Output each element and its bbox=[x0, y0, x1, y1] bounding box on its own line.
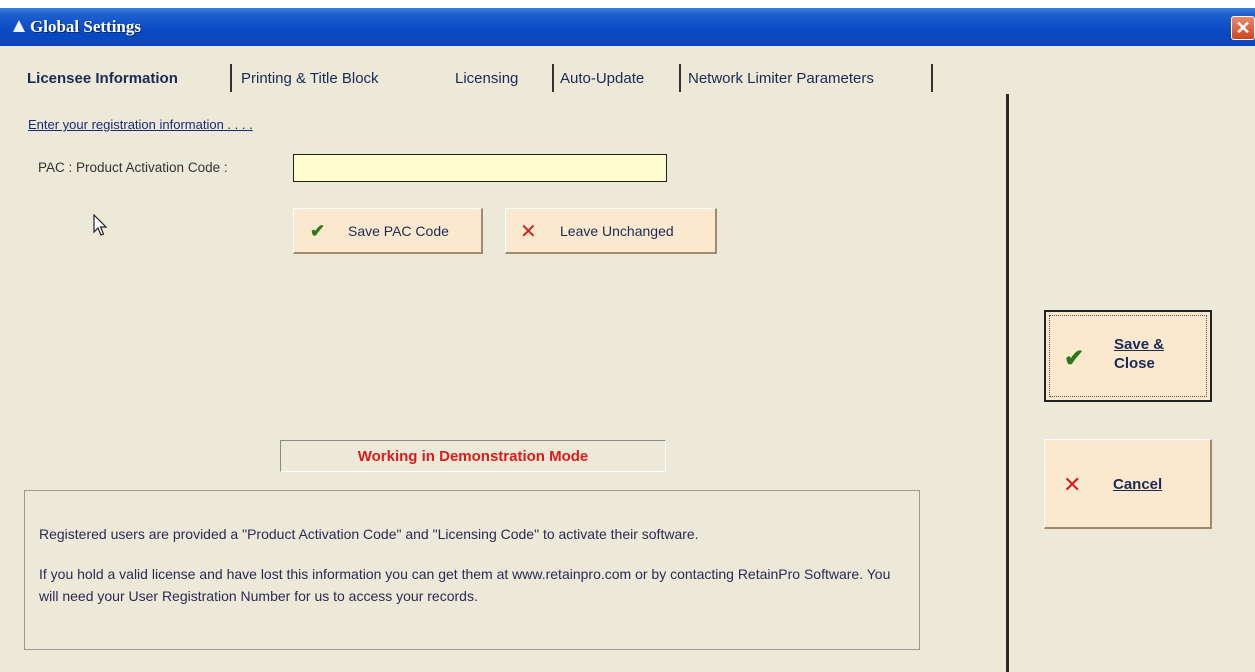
mouse-pointer-icon bbox=[93, 214, 108, 236]
pac-label: PAC : Product Activation Code : bbox=[38, 160, 228, 175]
pac-input[interactable] bbox=[293, 154, 667, 182]
registration-link[interactable]: Enter your registration information . . … bbox=[28, 117, 253, 132]
top-strip bbox=[0, 0, 1255, 8]
title-bar[interactable]: Global Settings ✕ bbox=[0, 8, 1255, 46]
tab-printing-title-block[interactable]: Printing & Title Block bbox=[241, 70, 379, 87]
info-paragraph-2: If you hold a valid license and have los… bbox=[39, 566, 891, 604]
checkmark-icon: ✔ bbox=[310, 221, 326, 241]
demo-mode-status: Working in Demonstration Mode bbox=[357, 448, 589, 465]
save-close-label-line2: Close bbox=[1114, 355, 1155, 372]
leave-unchanged-button[interactable]: ✕ Leave Unchanged bbox=[505, 208, 717, 254]
tab-licensing[interactable]: Licensing bbox=[455, 70, 518, 87]
save-close-button[interactable]: ✔ Save & Close bbox=[1044, 310, 1212, 402]
close-button[interactable]: ✕ bbox=[1231, 16, 1255, 40]
tab-separator bbox=[679, 64, 681, 92]
tab-separator bbox=[230, 64, 232, 92]
save-pac-button[interactable]: ✔ Save PAC Code bbox=[293, 208, 483, 254]
tab-separator bbox=[552, 64, 554, 92]
save-close-label-line1: Save & bbox=[1114, 336, 1165, 353]
leave-unchanged-label: Leave Unchanged bbox=[560, 223, 674, 239]
tab-licensee-information[interactable]: Licensee Information bbox=[27, 70, 178, 87]
tab-separator bbox=[931, 64, 933, 92]
cross-icon: ✕ bbox=[520, 221, 537, 243]
tab-bar: Licensee Information Printing & Title Bl… bbox=[0, 62, 960, 96]
tab-auto-update[interactable]: Auto-Update bbox=[560, 70, 644, 87]
info-box: Registered users are provided a "Product… bbox=[24, 490, 920, 650]
app-triangle-icon bbox=[13, 20, 25, 32]
cross-icon: ✕ bbox=[1063, 472, 1082, 497]
status-box: Working in Demonstration Mode bbox=[280, 440, 666, 472]
cancel-label: Cancel bbox=[1113, 476, 1163, 493]
vertical-divider bbox=[1006, 94, 1009, 672]
tab-network-limiter-parameters[interactable]: Network Limiter Parameters bbox=[688, 70, 874, 87]
window-title: Global Settings bbox=[30, 17, 141, 36]
info-paragraph-1: Registered users are provided a "Product… bbox=[39, 526, 699, 542]
cancel-button[interactable]: ✕ Cancel bbox=[1044, 439, 1212, 529]
save-pac-label: Save PAC Code bbox=[348, 223, 449, 239]
checkmark-icon: ✔ bbox=[1064, 345, 1085, 372]
